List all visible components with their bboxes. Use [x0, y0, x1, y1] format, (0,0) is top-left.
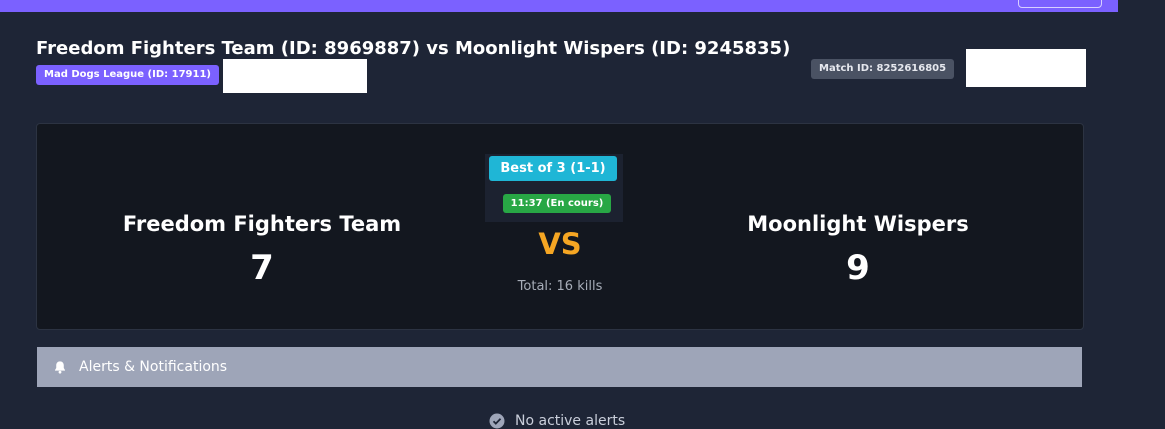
home-team-name: Freedom Fighters Team: [122, 212, 402, 236]
total-kills: Total: 16 kills: [517, 279, 603, 294]
no-alerts-message: No active alerts: [489, 413, 625, 429]
scoreboard-card: Freedom Fighters Team 7 Best of 3 (1-1) …: [36, 123, 1084, 330]
league-badge: Mad Dogs League (ID: 17911): [36, 65, 219, 85]
best-of-badge: Best of 3 (1-1): [489, 156, 617, 181]
home-team: Freedom Fighters Team 7: [37, 212, 487, 288]
bell-icon: [55, 361, 65, 374]
vs-label: VS: [538, 227, 582, 261]
top-nav-bar: [0, 0, 1118, 12]
top-bar-button[interactable]: [1018, 0, 1102, 8]
match-placeholder-box: [966, 49, 1086, 87]
away-team: Moonlight Wispers 9: [633, 212, 1083, 288]
match-title: Freedom Fighters Team (ID: 8969887) vs M…: [36, 38, 791, 59]
alerts-panel-body: No active alerts: [37, 387, 1082, 429]
away-team-score: 9: [846, 248, 870, 288]
alerts-panel-header[interactable]: Alerts & Notifications: [37, 347, 1082, 387]
check-circle-icon: [489, 413, 505, 429]
match-id-badge: Match ID: 8252616805: [811, 59, 955, 79]
league-placeholder-box: [223, 59, 367, 93]
alerts-title: Alerts & Notifications: [79, 359, 228, 375]
no-alerts-text: No active alerts: [515, 413, 626, 429]
right-gutter: [1118, 0, 1165, 425]
home-team-score: 7: [250, 248, 274, 288]
away-team-name: Moonlight Wispers: [747, 212, 969, 236]
live-time-badge: 11:37 (En cours): [503, 194, 611, 213]
